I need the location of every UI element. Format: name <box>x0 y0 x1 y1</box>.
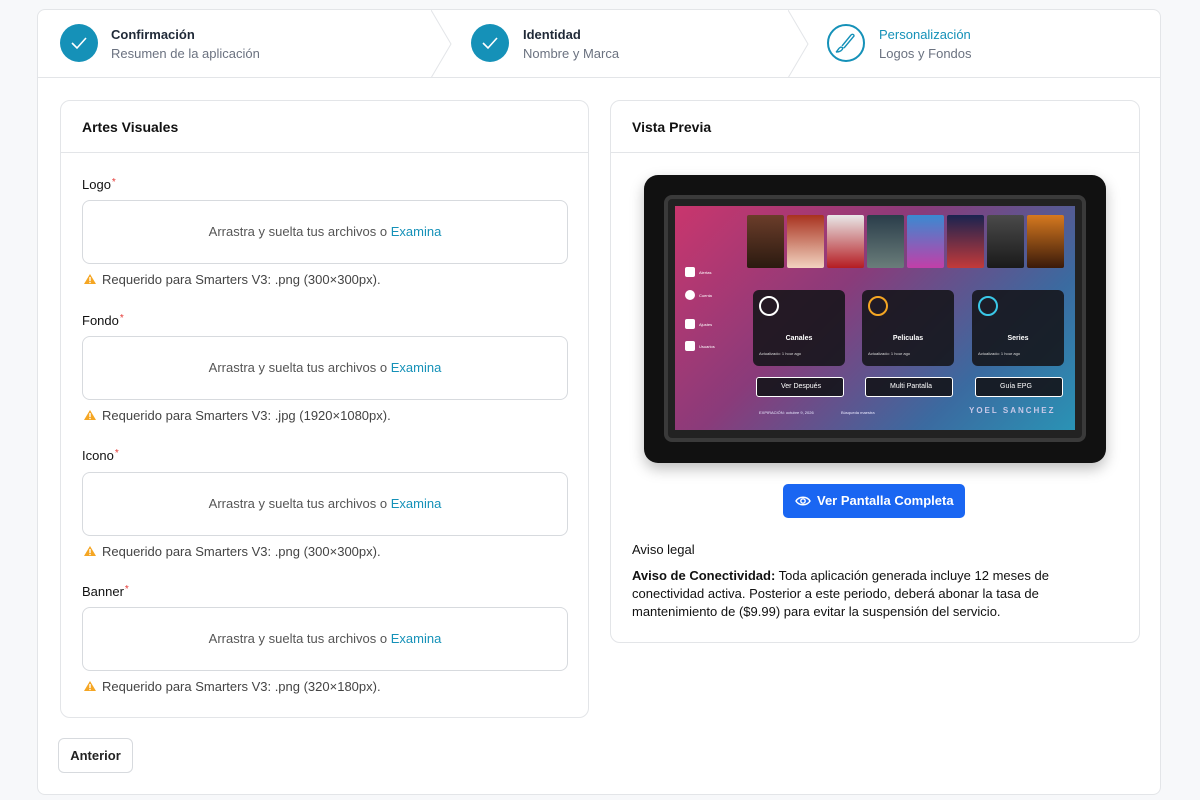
warning-icon <box>84 410 96 420</box>
field-label-banner: Banner* <box>82 584 129 599</box>
field-label-fondo: Fondo* <box>82 313 124 328</box>
field-hint: Requerido para Smarters V3: .jpg (1920×1… <box>83 408 391 423</box>
step-title: Identidad <box>523 27 581 42</box>
tv-icon <box>759 296 779 316</box>
icon-dropzone[interactable]: Arrastra y suelta tus archivos o Examina <box>82 472 568 536</box>
sidebar-label: Usuarios <box>699 344 715 349</box>
field-label-logo: Logo* <box>82 177 116 192</box>
previous-button[interactable]: Anterior <box>58 738 133 773</box>
movie-poster <box>827 215 864 268</box>
browse-link[interactable]: Examina <box>391 496 442 511</box>
brush-icon <box>827 24 865 62</box>
user-icon <box>685 290 695 300</box>
movie-poster <box>947 215 984 268</box>
movie-poster <box>907 215 944 268</box>
legal-heading: Aviso legal <box>632 542 695 557</box>
check-icon <box>60 24 98 62</box>
legal-notice: Aviso de Conectividad: Toda aplicación g… <box>632 568 1049 619</box>
search-text: Búsqueda maestra <box>841 410 875 415</box>
browse-link[interactable]: Examina <box>391 224 442 239</box>
step-title: Personalización <box>879 27 971 42</box>
browse-link[interactable]: Examina <box>391 360 442 375</box>
field-hint: Requerido para Smarters V3: .png (300×30… <box>83 544 381 559</box>
app-preview-screen: Alertas Cuenta Ajustes Usuarios Canales … <box>675 206 1075 430</box>
tile-canales: Canales Actualizado: 1 hour ago <box>753 290 845 366</box>
stepper: Confirmación Resumen de la aplicación Id… <box>38 10 1160 78</box>
tablet-mockup: Alertas Cuenta Ajustes Usuarios Canales … <box>644 175 1106 463</box>
movie-poster <box>747 215 784 268</box>
step-title: Confirmación <box>111 27 195 42</box>
step-divider <box>788 10 809 78</box>
movie-poster <box>787 215 824 268</box>
step-subtitle: Resumen de la aplicación <box>111 46 260 61</box>
film-icon <box>868 296 888 316</box>
banner-dropzone[interactable]: Arrastra y suelta tus archivos o Examina <box>82 607 568 671</box>
wizard-container: Confirmación Resumen de la aplicación Id… <box>37 9 1161 795</box>
card-title: Vista Previa <box>611 101 1139 153</box>
eye-icon <box>795 496 811 506</box>
step-divider <box>431 10 452 78</box>
visual-arts-card: Artes Visuales Logo* Arrastra y suelta t… <box>60 100 589 718</box>
browse-link[interactable]: Examina <box>391 631 442 646</box>
multi-screen-pill: Multi Pantalla <box>865 377 953 397</box>
series-icon <box>978 296 998 316</box>
tile-peliculas: Peliculas Actualizado: 1 hour ago <box>862 290 954 366</box>
brand-name: YOEL SANCHEZ <box>969 406 1056 415</box>
bell-icon <box>685 267 695 277</box>
movie-poster <box>1027 215 1064 268</box>
sidebar-label: Alertas <box>699 270 712 275</box>
background-dropzone[interactable]: Arrastra y suelta tus archivos o Examina <box>82 336 568 400</box>
field-hint: Requerido para Smarters V3: .png (320×18… <box>83 679 381 694</box>
movie-poster <box>987 215 1024 268</box>
preview-card: Vista Previa Alertas Cuenta Ajustes Usua… <box>610 100 1140 643</box>
tile-series: Series Actualizado: 1 hour ago <box>972 290 1064 366</box>
sidebar-label: Ajustes <box>699 322 713 327</box>
watch-later-pill: Ver Después <box>756 377 844 397</box>
expiry-text: EXPIRACIÓN: octubre 9, 2026 <box>759 410 814 415</box>
step-confirmacion[interactable]: Confirmación Resumen de la aplicación <box>60 10 440 78</box>
sidebar-label: Cuenta <box>699 293 712 298</box>
warning-icon <box>84 546 96 556</box>
gear-icon <box>685 319 695 329</box>
users-icon <box>685 341 695 351</box>
field-hint: Requerido para Smarters V3: .png (300×30… <box>83 272 381 287</box>
step-subtitle: Nombre y Marca <box>523 46 620 61</box>
step-personalizacion[interactable]: Personalización Logos y Fondos <box>827 10 1147 78</box>
logo-dropzone[interactable]: Arrastra y suelta tus archivos o Examina <box>82 200 568 264</box>
card-title: Artes Visuales <box>61 101 588 153</box>
epg-guide-pill: Guía EPG <box>975 377 1063 397</box>
check-icon <box>471 24 509 62</box>
step-subtitle: Logos y Fondos <box>879 46 972 61</box>
warning-icon <box>84 681 96 691</box>
step-identidad[interactable]: Identidad Nombre y Marca <box>471 10 811 78</box>
warning-icon <box>84 274 96 284</box>
full-screen-button[interactable]: Ver Pantalla Completa <box>783 484 965 518</box>
movie-poster <box>867 215 904 268</box>
field-label-icono: Icono* <box>82 448 119 463</box>
